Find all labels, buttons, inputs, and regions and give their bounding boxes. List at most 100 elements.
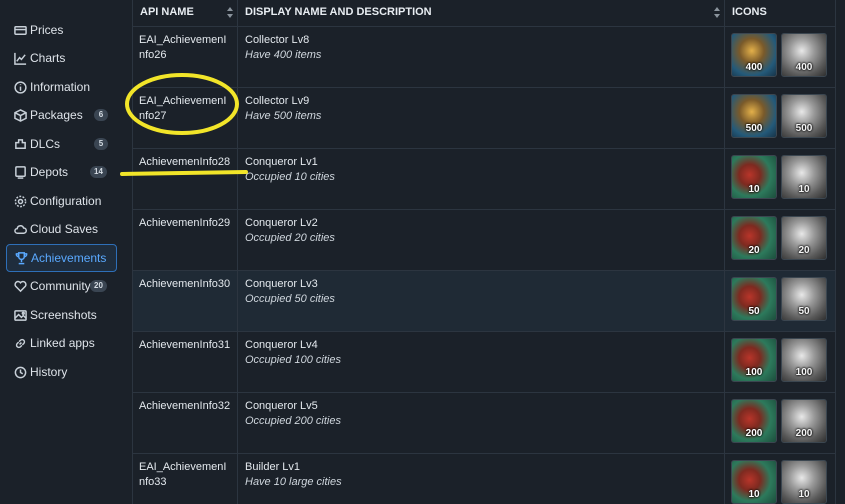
table-row: EAI_AchievemenInfo26 Collector Lv8 Have … [133,27,835,88]
column-header-api-name[interactable]: API NAME [133,0,238,27]
packages-count-badge: 6 [94,109,108,121]
achievement-description: Occupied 200 cities [245,415,341,427]
history-icon [14,366,27,379]
achievement-locked-icon: 200 [781,399,827,443]
display-cell: Conqueror Lv2 Occupied 20 cities [238,210,725,270]
achievement-unlocked-icon: 500 [731,94,777,138]
achievement-description: Have 500 items [245,110,322,122]
achievement-locked-icon: 500 [781,94,827,138]
icons-cell: 400 400 [725,27,835,87]
table-row: EAI_AchievemenInfo33 Builder Lv1 Have 10… [133,454,835,504]
table-row: AchievemenInfo29 Conqueror Lv2 Occupied … [133,210,835,271]
column-header-display-name[interactable]: DISPLAY NAME AND DESCRIPTION [238,0,725,27]
column-header-label: API NAME [140,6,194,18]
table-row: AchievemenInfo30 Conqueror Lv3 Occupied … [133,271,835,332]
achievement-locked-icon: 100 [781,338,827,382]
icons-cell: 100 100 [725,332,835,392]
heart-icon [14,280,27,293]
table-row: AchievemenInfo28 Conqueror Lv1 Occupied … [133,149,835,210]
display-cell: Conqueror Lv1 Occupied 10 cities [238,149,725,209]
achievement-description: Occupied 20 cities [245,232,335,244]
icons-cell: 20 20 [725,210,835,270]
achievement-unlocked-icon: 200 [731,399,777,443]
achievement-unlocked-icon: 400 [731,33,777,77]
prices-icon [14,24,27,37]
achievement-name: Conqueror Lv5 [245,400,318,412]
table-header: API NAME DISPLAY NAME AND DESCRIPTION IC… [133,0,835,27]
chart-icon [14,52,27,65]
package-icon [14,108,27,122]
sidebar-item-label: Community [30,279,91,293]
column-header-icons: ICONS [725,0,835,27]
sidebar-item-label: DLCs [30,137,61,151]
table-row: EAI_AchievemenInfo27 Collector Lv9 Have … [133,88,835,149]
dlcs-count-badge: 5 [94,138,108,150]
sidebar-item-achievements[interactable]: Achievements [6,244,117,272]
sidebar-item-label: Prices [30,23,64,37]
sort-icon [227,7,233,18]
api-name-cell: AchievemenInfo30 [133,271,238,331]
achievement-locked-icon: 400 [781,33,827,77]
sidebar-item-prices[interactable]: Prices [6,16,117,44]
sidebar-item-cloud-saves[interactable]: Cloud Saves [6,215,117,243]
achievement-description: Have 400 items [245,49,322,61]
sidebar-item-packages[interactable]: Packages 6 [6,101,117,129]
sidebar-item-history[interactable]: History [6,358,117,386]
sidebar-item-screenshots[interactable]: Screenshots [6,301,117,329]
sidebar-item-configuration[interactable]: Configuration [6,187,117,215]
info-icon [14,80,27,94]
sidebar: Prices Charts Information Packages 6 DLC… [0,0,130,504]
achievement-description: Occupied 100 cities [245,354,341,366]
achievement-unlocked-icon: 20 [731,216,777,260]
achievement-description: Occupied 50 cities [245,293,335,305]
achievement-locked-icon: 10 [781,460,827,504]
sidebar-item-label: Screenshots [30,308,97,322]
display-cell: Conqueror Lv3 Occupied 50 cities [238,271,725,331]
sidebar-item-information[interactable]: Information [6,73,117,101]
image-icon [14,309,27,322]
api-name-cell: EAI_AchievemenInfo26 [133,27,238,87]
icons-cell: 10 10 [725,149,835,209]
sort-icon [714,7,720,18]
api-name-cell: AchievemenInfo28 [133,149,238,209]
display-cell: Collector Lv8 Have 400 items [238,27,725,87]
achievement-name: Conqueror Lv3 [245,278,318,290]
sidebar-item-depots[interactable]: Depots 14 [6,158,117,186]
api-name-cell: AchievemenInfo31 [133,332,238,392]
sidebar-item-label: Configuration [30,194,102,208]
sidebar-item-label: Depots [30,165,69,179]
table-row: AchievemenInfo32 Conqueror Lv5 Occupied … [133,393,835,454]
sidebar-item-label: Information [30,80,91,94]
achievement-locked-icon: 50 [781,277,827,321]
display-cell: Conqueror Lv5 Occupied 200 cities [238,393,725,453]
sidebar-item-label: Cloud Saves [30,222,99,236]
achievement-unlocked-icon: 10 [731,460,777,504]
sidebar-item-charts[interactable]: Charts [6,44,117,72]
community-count-badge: 20 [90,280,107,292]
sidebar-item-dlcs[interactable]: DLCs 5 [6,130,117,158]
api-name-cell: AchievemenInfo29 [133,210,238,270]
display-cell: Conqueror Lv4 Occupied 100 cities [238,332,725,392]
achievement-name: Conqueror Lv4 [245,339,318,351]
column-header-label: ICONS [732,6,767,18]
achievement-unlocked-icon: 10 [731,155,777,199]
achievement-unlocked-icon: 50 [731,277,777,321]
icons-cell: 10 10 [725,454,835,504]
sidebar-item-label: History [30,365,68,379]
cloud-icon [14,223,27,236]
sidebar-item-community[interactable]: Community 20 [6,272,117,300]
achievement-description: Have 10 large cities [245,476,342,488]
achievement-name: Collector Lv9 [245,95,310,107]
column-header-label: DISPLAY NAME AND DESCRIPTION [245,6,432,18]
achievement-name: Builder Lv1 [245,461,301,473]
table-row: AchievemenInfo31 Conqueror Lv4 Occupied … [133,332,835,393]
achievement-name: Collector Lv8 [245,34,310,46]
gear-icon [14,195,27,208]
sidebar-item-label: Charts [30,51,66,65]
achievements-table: API NAME DISPLAY NAME AND DESCRIPTION IC… [132,0,836,504]
achievement-locked-icon: 10 [781,155,827,199]
icons-cell: 200 200 [725,393,835,453]
sidebar-item-label: Packages [30,108,83,122]
dlc-icon [14,138,27,151]
sidebar-item-linked-apps[interactable]: Linked apps [6,329,117,357]
